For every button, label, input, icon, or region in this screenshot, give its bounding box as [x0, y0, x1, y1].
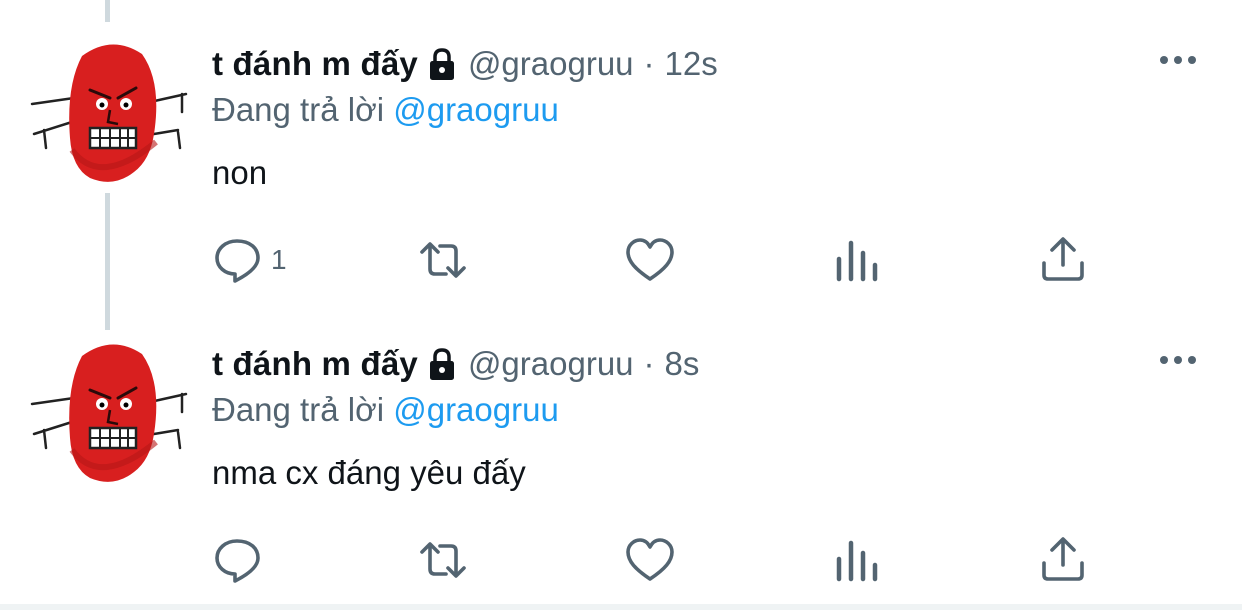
share-icon: [1042, 237, 1084, 281]
share-icon: [1042, 537, 1084, 581]
retweet-icon: [420, 242, 466, 278]
reply-mention-link[interactable]: @graogruu: [393, 391, 559, 428]
display-name[interactable]: t đánh m đấy: [212, 45, 418, 83]
timestamp[interactable]: 8s: [665, 345, 700, 383]
tweet-text: non: [212, 154, 268, 191]
reply-button[interactable]: [213, 530, 271, 590]
reply-icon: [215, 539, 260, 583]
like-icon: [626, 538, 674, 581]
tweet-header: t đánh m đấy @graogruu · 12s: [212, 42, 718, 86]
share-button[interactable]: [1038, 530, 1088, 590]
reply-mention-link[interactable]: @graogruu: [393, 91, 559, 128]
reply-count: 1: [271, 244, 287, 275]
action-bar: 1: [0, 230, 1242, 290]
lock-icon: [424, 346, 460, 382]
retweet-button[interactable]: [418, 530, 468, 590]
action-bar: [0, 530, 1242, 590]
tweet[interactable]: t đánh m đấy @graogruu · 12s Đang trả lờ…: [0, 0, 1242, 300]
like-button[interactable]: [625, 530, 675, 590]
more-icon[interactable]: [1158, 50, 1198, 70]
display-name[interactable]: t đánh m đấy: [212, 345, 418, 383]
tweet-thread: t đánh m đấy @graogruu · 12s Đang trả lờ…: [0, 0, 1242, 610]
replying-to: Đang trả lời @graogruu: [212, 391, 559, 429]
divider: [0, 604, 1242, 610]
reply-prefix: Đang trả lời: [212, 391, 385, 428]
more-icon[interactable]: [1158, 350, 1198, 370]
views-icon: [836, 240, 878, 282]
reply-button[interactable]: 1: [213, 230, 287, 290]
reply-prefix: Đang trả lời: [212, 91, 385, 128]
views-button[interactable]: [832, 530, 882, 590]
tweet[interactable]: t đánh m đấy @graogruu · 8s Đang trả lời…: [0, 300, 1242, 606]
tweet-text: nma cx đáng yêu đấy: [212, 454, 526, 491]
like-button[interactable]: [625, 230, 675, 290]
replying-to: Đang trả lời @graogruu: [212, 91, 559, 129]
views-button[interactable]: [832, 230, 882, 290]
handle[interactable]: @graogruu: [468, 345, 634, 383]
avatar[interactable]: [30, 38, 188, 188]
separator: ·: [643, 45, 655, 82]
handle[interactable]: @graogruu: [468, 45, 634, 83]
retweet-icon: [420, 542, 466, 578]
views-icon: [836, 540, 878, 582]
lock-icon: [424, 46, 460, 82]
share-button[interactable]: [1038, 230, 1088, 290]
separator: ·: [643, 345, 655, 382]
like-icon: [626, 238, 674, 281]
reply-icon: [215, 239, 260, 283]
tweet-header: t đánh m đấy @graogruu · 8s: [212, 342, 699, 386]
retweet-button[interactable]: [418, 230, 468, 290]
timestamp[interactable]: 12s: [665, 45, 718, 83]
avatar[interactable]: [30, 338, 188, 488]
